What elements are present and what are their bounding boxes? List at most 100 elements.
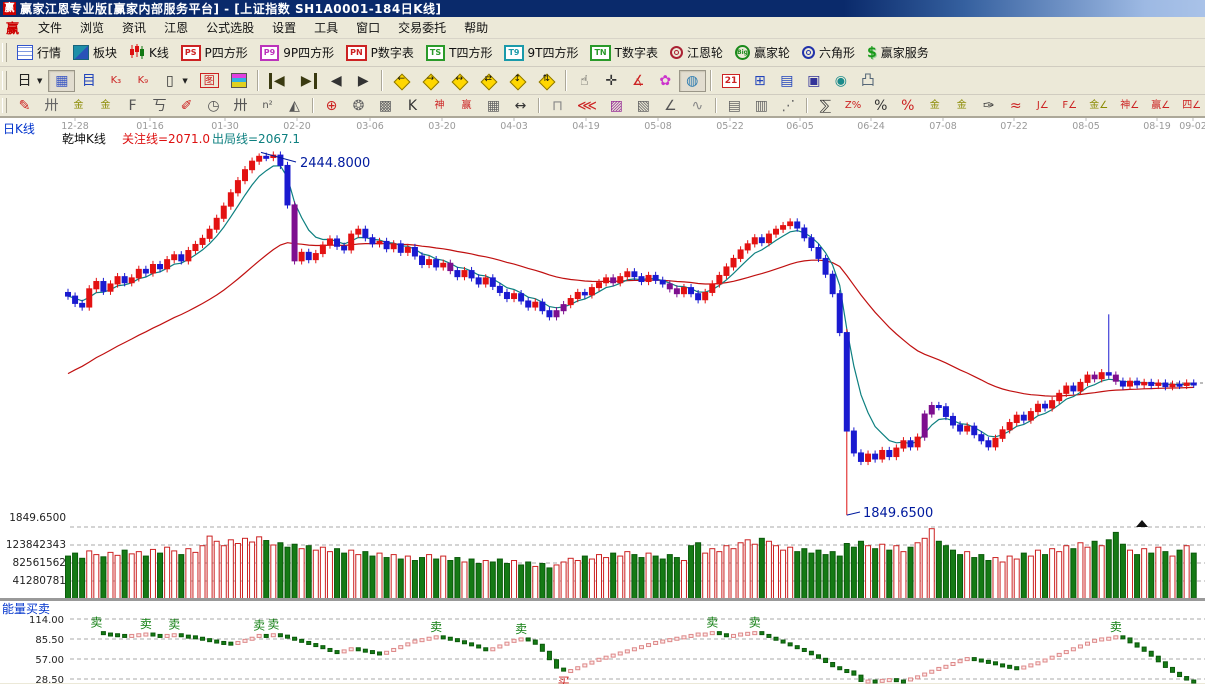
draw-gann-compass[interactable]: ⊕ <box>318 95 345 117</box>
jump-right-button[interactable]: → <box>416 70 445 92</box>
draw-square-numbers[interactable]: n² <box>254 95 281 117</box>
draw-v-grid[interactable]: ▥ <box>748 95 775 117</box>
draw-percent[interactable]: % <box>867 95 894 117</box>
winner-service-button[interactable]: $赢家服务 <box>861 41 935 64</box>
nine-p-square-button[interactable]: P99P四方形 <box>254 41 340 64</box>
draw-approx[interactable]: ≈ <box>1002 95 1029 117</box>
draw-speed-lines[interactable]: ⋘ <box>571 95 603 117</box>
expand-x-button[interactable]: ↔ <box>445 70 474 92</box>
draw-win-grid[interactable]: 赢 <box>453 95 480 117</box>
draw-z-percent[interactable]: Z% <box>839 95 867 117</box>
menu-item-交易委托[interactable]: 交易委托 <box>389 17 455 38</box>
calendar-button[interactable]: 21 <box>716 71 747 91</box>
draw-trend-angle[interactable]: ∠ <box>657 95 684 117</box>
pattern-view-button[interactable]: ▦ <box>48 70 75 92</box>
draw-hatch-box[interactable]: ▧ <box>630 95 657 117</box>
menu-item-公式选股[interactable]: 公式选股 <box>197 17 263 38</box>
p-square-button[interactable]: PSP四方形 <box>175 41 254 64</box>
draw-time-lines[interactable]: 卅 <box>227 95 254 117</box>
draw-f-angle[interactable]: F∠ <box>1056 95 1083 117</box>
kline9-button[interactable]: K₉ <box>129 70 156 92</box>
menu-item-工具[interactable]: 工具 <box>305 17 347 38</box>
print-button[interactable]: 凸 <box>854 70 881 92</box>
svg-text:关注线=2071.0: 关注线=2071.0 <box>122 131 210 146</box>
menu-item-江恩[interactable]: 江恩 <box>155 17 197 38</box>
crosshair-tool-button[interactable]: ✛ <box>598 70 625 92</box>
color-chart-button[interactable] <box>225 70 253 91</box>
menu-item-帮助[interactable]: 帮助 <box>455 17 497 38</box>
info-view-button[interactable]: 目 <box>75 70 102 92</box>
menu-item-设置[interactable]: 设置 <box>263 17 305 38</box>
draw-win-angle[interactable]: 赢∠ <box>1145 95 1176 117</box>
hexagon-button[interactable]: 六角形 <box>796 41 861 64</box>
nav-last-button[interactable]: ▶ <box>293 70 323 92</box>
hand-tool-button[interactable]: ☝ <box>571 70 598 92</box>
menu-item-资讯[interactable]: 资讯 <box>113 17 155 38</box>
chart-area[interactable]: 日K线 能量买卖 12-2801-1601-3002-2003-0603-200… <box>0 117 1205 683</box>
kline-button[interactable]: K线 <box>123 41 175 65</box>
draw-marker[interactable]: ✐ <box>173 95 200 117</box>
draw-measure[interactable]: ↔ <box>507 95 534 117</box>
draw-k-tool[interactable]: Κ <box>399 95 426 117</box>
web-settings-button[interactable]: ◉ <box>827 70 854 92</box>
draw-percent-line[interactable]: % <box>894 95 921 117</box>
sectors-button[interactable]: 板块 <box>67 41 123 64</box>
draw-shen-angle[interactable]: 神∠ <box>1114 95 1145 117</box>
draw-j-angle[interactable]: J∠ <box>1029 95 1056 117</box>
sphere-tool-button[interactable]: ◍ <box>679 70 706 92</box>
draw-channel[interactable]: ⊓ <box>544 95 571 117</box>
svg-text:卖: 卖 <box>515 622 527 636</box>
draw-sum[interactable]: ⅀ <box>812 95 839 117</box>
draw-number-grid[interactable]: ▦ <box>480 95 507 117</box>
menu-item-窗口[interactable]: 窗口 <box>347 17 389 38</box>
gann-chart-button[interactable]: 图 <box>194 70 225 91</box>
compress-x-button[interactable]: ⇄ <box>474 70 503 92</box>
save-button[interactable]: ▣ <box>800 70 827 92</box>
draw-rays[interactable]: ⋰ <box>775 95 802 117</box>
nav-next-button[interactable]: ▶ <box>350 70 377 92</box>
draw-angle-fan[interactable]: ◭ <box>281 95 308 117</box>
draw-h-grid[interactable]: ▤ <box>721 95 748 117</box>
draw-shen-grid[interactable]: 神 <box>426 95 453 117</box>
draw-gold-grid-1[interactable]: 金 <box>65 95 92 117</box>
nine-t-square-button[interactable]: T99T四方形 <box>498 41 584 64</box>
flower-tool-button[interactable]: ✿ <box>652 70 679 92</box>
gann-wheel-button[interactable]: 江恩轮 <box>664 41 729 64</box>
draw-win-grid-icon: 赢 <box>459 98 474 114</box>
draw-spiral[interactable]: 丂 <box>146 95 173 117</box>
p-number-table-button[interactable]: PNP数字表 <box>340 41 420 64</box>
draw-gold-grid-2[interactable]: 金 <box>92 95 119 117</box>
draw-pencil[interactable]: ✎ <box>11 95 38 117</box>
draw-fibonacci[interactable]: F <box>119 95 146 117</box>
nav-prev-button[interactable]: ◀ <box>323 70 350 92</box>
draw-pen2[interactable]: ✑ <box>975 95 1002 117</box>
calculator-button[interactable]: ⊞ <box>746 70 773 92</box>
menu-item-浏览[interactable]: 浏览 <box>71 17 113 38</box>
draw-wave[interactable]: ∿ <box>684 95 711 117</box>
draw-pencil-icon: ✎ <box>17 98 32 114</box>
expand-y-button[interactable]: ↕ <box>503 70 532 92</box>
compress-y-button[interactable]: ⇅ <box>532 70 561 92</box>
draw-shade-box[interactable]: ▨ <box>603 95 630 117</box>
jump-left-button[interactable]: ← <box>387 70 416 92</box>
angle-measure-button[interactable]: ∡ <box>625 70 652 92</box>
candle-style-dropdown[interactable]: ▯▼ <box>156 70 193 92</box>
period-day-dropdown[interactable]: 日▼ <box>11 70 48 92</box>
draw-gann-web[interactable]: ❂ <box>345 95 372 117</box>
winner-wheel-button[interactable]: Big赢家轮 <box>729 41 796 64</box>
draw-gold-circle[interactable]: 金 <box>921 95 948 117</box>
notes-button[interactable]: ▤ <box>773 70 800 92</box>
chart-canvas[interactable]: 12-2801-1601-3002-2003-0603-2004-0304-19… <box>0 118 1205 684</box>
kline3-button[interactable]: K₃ <box>102 70 129 92</box>
quotes-button[interactable]: 行情 <box>11 41 67 64</box>
draw-time-circle[interactable]: ◷ <box>200 95 227 117</box>
menu-item-文件[interactable]: 文件 <box>29 17 71 38</box>
draw-grid-lines[interactable]: 卅 <box>38 95 65 117</box>
draw-four-angle[interactable]: 四∠ <box>1176 95 1205 117</box>
draw-gann-box[interactable]: ▩ <box>372 95 399 117</box>
t-square-button[interactable]: TST四方形 <box>420 41 499 64</box>
draw-gold-angle[interactable]: 金∠ <box>1083 95 1114 117</box>
nav-first-button[interactable]: ◀ <box>263 70 293 92</box>
draw-gold-level[interactable]: 金 <box>948 95 975 117</box>
t-number-table-button[interactable]: TNT数字表 <box>584 41 664 64</box>
